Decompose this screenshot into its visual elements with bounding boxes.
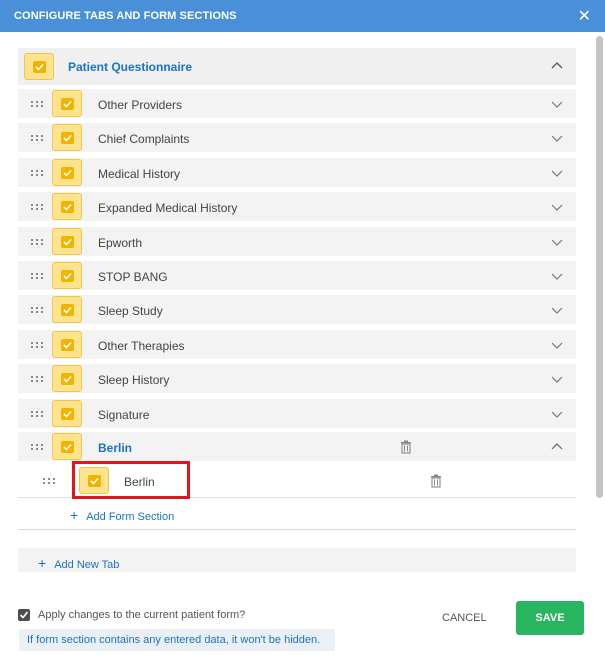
drag-handle-icon[interactable]: [30, 410, 44, 418]
section-checkbox[interactable]: [52, 400, 82, 427]
check-icon: [61, 373, 74, 385]
add-form-section-button[interactable]: + Add Form Section: [70, 507, 174, 523]
section-label: Sleep History: [98, 373, 170, 387]
section-label: Epworth: [98, 236, 143, 250]
section-checkbox[interactable]: [52, 228, 82, 255]
save-button[interactable]: SAVE: [516, 601, 584, 635]
drag-handle-icon[interactable]: [30, 238, 44, 246]
check-icon: [33, 61, 46, 73]
section-checkbox[interactable]: [52, 159, 82, 186]
close-icon[interactable]: ✕: [578, 6, 591, 26]
drag-handle-icon[interactable]: [30, 341, 44, 349]
section-checkbox[interactable]: [52, 193, 82, 220]
check-icon: [61, 441, 74, 453]
add-new-tab-button[interactable]: + Add New Tab: [18, 548, 576, 572]
section-label: Other Providers: [98, 98, 183, 112]
chevron-down-icon[interactable]: [550, 338, 564, 352]
check-icon: [61, 408, 74, 420]
drag-handle-icon[interactable]: [30, 306, 44, 314]
add-form-section-label: Add Form Section: [86, 511, 175, 523]
drag-handle-icon[interactable]: [42, 477, 56, 485]
highlight-box: [72, 461, 190, 499]
drag-handle-icon[interactable]: [30, 100, 44, 108]
section-berlin[interactable]: Berlin: [18, 432, 576, 461]
plus-icon: +: [38, 555, 47, 571]
check-icon: [61, 339, 74, 351]
section-row[interactable]: STOP BANG: [18, 261, 576, 290]
dialog-title: CONFIGURE TABS AND FORM SECTIONS: [14, 10, 237, 22]
drag-handle-icon[interactable]: [30, 134, 44, 142]
section-checkbox[interactable]: [52, 365, 82, 392]
divider: [18, 529, 576, 530]
drag-handle-icon[interactable]: [30, 375, 44, 383]
tab-label: Patient Questionnaire: [68, 60, 193, 74]
chevron-down-icon[interactable]: [550, 303, 564, 317]
drag-handle-icon[interactable]: [30, 272, 44, 280]
section-row[interactable]: Other Therapies: [18, 330, 576, 359]
section-label: Signature: [98, 408, 150, 422]
checkbox-patient-questionnaire[interactable]: [24, 53, 54, 80]
section-checkbox[interactable]: [52, 296, 82, 323]
section-row[interactable]: Sleep Study: [18, 295, 576, 324]
cancel-button[interactable]: CANCEL: [442, 612, 487, 624]
section-label: Berlin: [98, 441, 133, 455]
section-label: Medical History: [98, 167, 181, 181]
plus-icon: +: [70, 507, 79, 523]
section-row[interactable]: Expanded Medical History: [18, 192, 576, 221]
section-row[interactable]: Epworth: [18, 227, 576, 256]
section-row[interactable]: Sleep History: [18, 364, 576, 393]
info-note: If form section contains any entered dat…: [19, 629, 335, 651]
trash-icon[interactable]: [400, 440, 412, 454]
chevron-down-icon[interactable]: [550, 97, 564, 111]
check-icon: [61, 132, 74, 144]
section-checkbox[interactable]: [52, 262, 82, 289]
drag-handle-icon[interactable]: [30, 169, 44, 177]
chevron-down-icon[interactable]: [550, 269, 564, 283]
section-row[interactable]: Other Providers: [18, 89, 576, 118]
checkbox-apply[interactable]: [18, 609, 30, 621]
section-checkbox[interactable]: [52, 124, 82, 151]
check-icon: [61, 167, 74, 179]
section-label: Sleep Study: [98, 304, 163, 318]
chevron-down-icon[interactable]: [550, 200, 564, 214]
section-checkbox[interactable]: [52, 331, 82, 358]
chevron-down-icon[interactable]: [550, 131, 564, 145]
scrollbar[interactable]: [596, 36, 603, 498]
chevron-up-icon[interactable]: [550, 59, 564, 73]
check-icon: [61, 270, 74, 282]
section-label: Chief Complaints: [98, 132, 190, 146]
section-label: Other Therapies: [98, 339, 185, 353]
apply-changes-label: Apply changes to the current patient for…: [38, 609, 246, 621]
trash-icon[interactable]: [430, 474, 442, 488]
check-icon: [61, 201, 74, 213]
section-row[interactable]: Chief Complaints: [18, 123, 576, 152]
drag-handle-icon[interactable]: [30, 203, 44, 211]
chevron-down-icon[interactable]: [550, 166, 564, 180]
chevron-down-icon[interactable]: [550, 372, 564, 386]
add-new-tab-label: Add New Tab: [54, 559, 120, 571]
dialog-header: CONFIGURE TABS AND FORM SECTIONS ✕: [0, 0, 605, 32]
section-label: Expanded Medical History: [98, 201, 238, 215]
section-checkbox[interactable]: [52, 90, 82, 117]
chevron-down-icon[interactable]: [550, 235, 564, 249]
check-icon: [61, 98, 74, 110]
section-label: STOP BANG: [98, 270, 168, 284]
check-icon: [61, 304, 74, 316]
check-icon: [61, 236, 74, 248]
tab-patient-questionnaire[interactable]: Patient Questionnaire: [18, 48, 576, 85]
drag-handle-icon[interactable]: [30, 443, 44, 451]
section-row[interactable]: Signature: [18, 399, 576, 428]
checkbox-berlin[interactable]: [52, 433, 82, 460]
chevron-down-icon[interactable]: [550, 407, 564, 421]
chevron-up-icon[interactable]: [550, 440, 564, 454]
section-row[interactable]: Medical History: [18, 158, 576, 187]
